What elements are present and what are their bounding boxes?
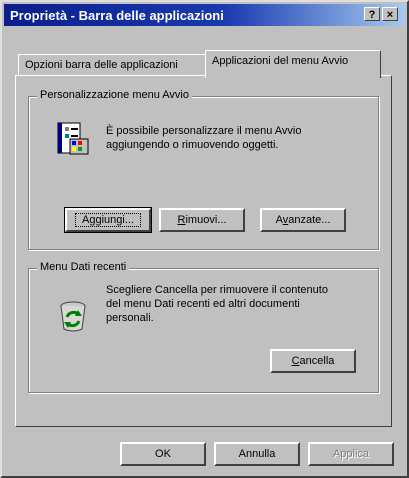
close-button[interactable]: × bbox=[382, 7, 398, 21]
tab-taskbar-options[interactable]: Opzioni barra delle applicazioni bbox=[18, 54, 206, 76]
tab-start-menu-programs[interactable]: Applicazioni del menu Avvio bbox=[205, 50, 381, 78]
properties-dialog: Proprietà - Barra delle applicazioni ? ×… bbox=[0, 0, 409, 478]
recent-docs-description-line2: del menu Dati recenti ed altri documenti bbox=[106, 298, 300, 310]
help-button[interactable]: ? bbox=[364, 7, 380, 21]
title-bar[interactable]: Proprietà - Barra delle applicazioni ? × bbox=[4, 4, 405, 26]
start-menu-description-line2: aggiungendo o rimuovendo oggetti. bbox=[106, 139, 279, 151]
recent-documents-group-label: Menu Dati recenti bbox=[37, 261, 130, 273]
start-menu-icon bbox=[57, 122, 89, 156]
clear-button[interactable]: Cancella bbox=[270, 349, 356, 373]
recent-docs-description-line1: Scegliere Cancella per rimuovere il cont… bbox=[106, 284, 328, 296]
remove-button[interactable]: Rimuovi... bbox=[159, 208, 245, 232]
start-menu-group-label: Personalizzazione menu Avvio bbox=[37, 89, 192, 101]
recycle-icon bbox=[57, 299, 89, 333]
recent-docs-description-line3: personali. bbox=[106, 312, 154, 324]
window-title: Proprietà - Barra delle applicazioni bbox=[10, 8, 224, 23]
cancel-button[interactable]: Annulla bbox=[214, 442, 300, 466]
recent-documents-group: Menu Dati recenti Scegliere Cancella per… bbox=[28, 261, 379, 393]
start-menu-description-line1: È possibile personalizzare il menu Avvio bbox=[106, 125, 302, 137]
ok-button[interactable]: OK bbox=[120, 442, 206, 466]
add-button[interactable]: Aggiungi... bbox=[64, 207, 152, 233]
apply-button[interactable]: Applica bbox=[308, 442, 394, 466]
advanced-button[interactable]: Avanzate... bbox=[260, 208, 346, 232]
tab-panel: Personalizzazione menu Avvio È possibile… bbox=[15, 75, 392, 427]
start-menu-group: Personalizzazione menu Avvio È possibile… bbox=[28, 89, 379, 250]
